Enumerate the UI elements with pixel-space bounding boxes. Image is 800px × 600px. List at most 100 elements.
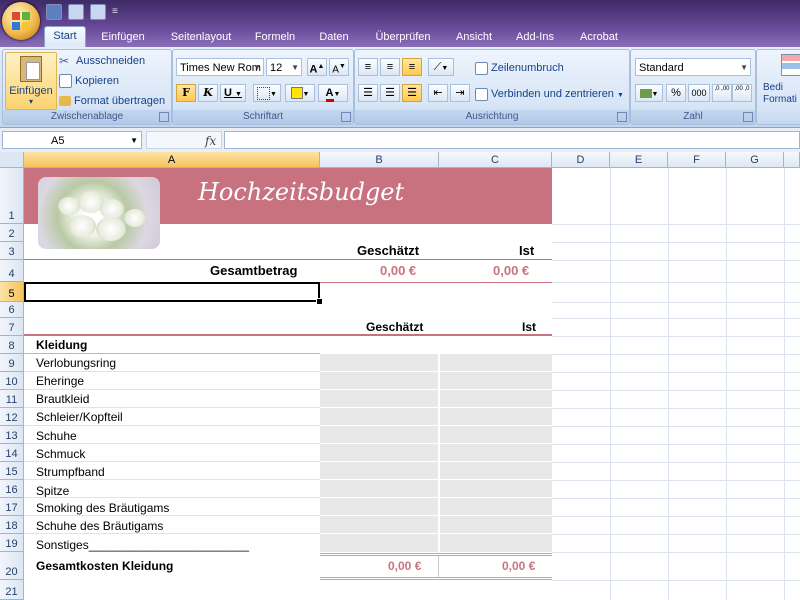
list-item[interactable]: Schuhe des Bräutigams [36, 519, 163, 533]
wrap-text-button[interactable]: Zeilenumbruch [475, 59, 564, 77]
tab-ueberpruefen[interactable]: Überprüfen [366, 28, 440, 47]
row-header-16[interactable]: 16 [0, 480, 24, 498]
align-center-button[interactable]: ☰ [380, 84, 400, 102]
tab-daten[interactable]: Daten [312, 28, 356, 47]
paste-button[interactable]: Einfügen ▾ [5, 52, 57, 110]
borders-button[interactable]: ▼ [253, 84, 281, 102]
select-all-button[interactable] [0, 152, 24, 168]
font-color-button[interactable]: A▼ [318, 84, 348, 102]
list-item[interactable]: Eheringe [36, 374, 84, 388]
orientation-button[interactable]: ⟋▼ [428, 58, 454, 76]
increase-decimal-button[interactable]: ,0 ,00 [712, 84, 732, 102]
tab-start[interactable]: Start [44, 26, 86, 48]
save-icon[interactable] [46, 4, 62, 20]
column-header-d[interactable]: D [552, 152, 610, 168]
row-header-3[interactable]: 3 [0, 242, 24, 260]
total-label[interactable]: Gesamtbetrag [210, 263, 297, 278]
column-header-e[interactable]: E [610, 152, 668, 168]
undo-icon[interactable] [68, 4, 84, 20]
copy-button[interactable]: Kopieren [59, 72, 119, 90]
fill-color-button[interactable]: ▼ [285, 84, 315, 102]
name-box[interactable]: A5 ▼ [2, 131, 142, 149]
currency-button[interactable]: ▼ [635, 84, 663, 102]
tab-formeln[interactable]: Formeln [248, 28, 302, 47]
row-header-5[interactable]: 5 [0, 282, 24, 302]
alignment-launcher-icon[interactable] [617, 112, 627, 122]
number-format-select[interactable]: Standard ▼ [635, 58, 751, 76]
row-header-8[interactable]: 8 [0, 336, 24, 354]
decrease-indent-button[interactable]: ⇤ [428, 84, 448, 102]
column-header-f[interactable]: F [668, 152, 726, 168]
list-item[interactable]: Brautkleid [36, 392, 89, 406]
cut-button[interactable]: ✂ Ausschneiden [59, 52, 145, 70]
tab-add-ins[interactable]: Add-Ins [508, 28, 562, 47]
bold-button[interactable]: F [176, 84, 196, 102]
row-header-2[interactable]: 2 [0, 224, 24, 242]
italic-button[interactable]: K [198, 84, 218, 102]
row-header-6[interactable]: 6 [0, 302, 24, 318]
fill-handle[interactable] [316, 298, 323, 305]
section-total-actual[interactable]: 0,00 € [502, 559, 535, 573]
row-header-7[interactable]: 7 [0, 318, 24, 336]
grow-font-button[interactable]: A▲ [307, 58, 327, 76]
align-middle-button[interactable]: ≡ [380, 58, 400, 76]
percent-button[interactable]: % [666, 84, 686, 102]
tab-seitenlayout[interactable]: Seitenlayout [164, 28, 238, 47]
align-left-button[interactable]: ☰ [358, 84, 378, 102]
shrink-font-button[interactable]: A▼ [329, 58, 349, 76]
redo-icon[interactable] [90, 4, 106, 20]
font-size-select[interactable]: 12 ▼ [266, 58, 302, 76]
thousands-button[interactable]: 000 [688, 84, 710, 102]
row-header-9[interactable]: 9 [0, 354, 24, 372]
total-estimated[interactable]: 0,00 € [380, 263, 416, 278]
row-header-13[interactable]: 13 [0, 426, 24, 444]
qat-customize-icon[interactable]: ≡ [112, 5, 120, 19]
list-item[interactable]: Schmuck [36, 447, 85, 461]
selected-cell-a5[interactable] [24, 282, 320, 302]
section-actual-header[interactable]: Ist [522, 320, 536, 334]
row-header-1[interactable]: 1 [0, 168, 24, 224]
row-header-4[interactable]: 4 [0, 260, 24, 282]
estimated-header[interactable]: Geschätzt [357, 243, 419, 258]
column-header-c[interactable]: C [439, 152, 552, 168]
formula-input[interactable] [224, 131, 800, 149]
row-header-11[interactable]: 11 [0, 390, 24, 408]
number-launcher-icon[interactable] [743, 112, 753, 122]
list-item[interactable]: Schleier/Kopfteil [36, 410, 123, 424]
actual-header[interactable]: Ist [519, 243, 534, 258]
column-header-b[interactable]: B [320, 152, 439, 168]
clipboard-launcher-icon[interactable] [159, 112, 169, 122]
insert-function-button[interactable]: fx [205, 132, 216, 150]
list-item[interactable]: Spitze [36, 484, 69, 498]
decrease-decimal-button[interactable]: ,00 ,0 [732, 84, 752, 102]
align-top-button[interactable]: ≡ [358, 58, 378, 76]
row-header-10[interactable]: 10 [0, 372, 24, 390]
conditional-format-button[interactable]: Bedi Formati [763, 82, 800, 106]
section-estimated-header[interactable]: Geschätzt [366, 320, 423, 334]
total-actual[interactable]: 0,00 € [493, 263, 529, 278]
section-total-estimated[interactable]: 0,00 € [388, 559, 421, 573]
row-header-18[interactable]: 18 [0, 516, 24, 534]
row-header-12[interactable]: 12 [0, 408, 24, 426]
underline-button[interactable]: U ▼ [220, 84, 246, 102]
format-painter-button[interactable]: Format übertragen [59, 92, 165, 110]
row-header-15[interactable]: 15 [0, 462, 24, 480]
list-item[interactable]: Schuhe [36, 429, 77, 443]
tab-ansicht[interactable]: Ansicht [448, 28, 500, 47]
align-bottom-button[interactable]: ≡ [402, 58, 422, 76]
merge-center-button[interactable]: Verbinden und zentrieren ▼ [475, 85, 624, 103]
row-header-19[interactable]: 19 [0, 534, 24, 552]
list-item[interactable]: Strumpfband [36, 465, 105, 479]
row-header-21[interactable]: 21 [0, 580, 24, 600]
column-header-g[interactable]: G [726, 152, 784, 168]
align-right-button[interactable]: ☰ [402, 84, 422, 102]
font-name-select[interactable]: Times New Rom ▼ [176, 58, 264, 76]
row-header-20[interactable]: 20 [0, 552, 24, 580]
row-header-14[interactable]: 14 [0, 444, 24, 462]
column-header-partial[interactable] [784, 152, 800, 168]
list-item[interactable]: Sonstiges________________________ [36, 538, 249, 552]
row-header-17[interactable]: 17 [0, 498, 24, 516]
list-item[interactable]: Smoking des Bräutigams [36, 501, 169, 515]
increase-indent-button[interactable]: ⇥ [450, 84, 470, 102]
section-name[interactable]: Kleidung [36, 338, 87, 352]
